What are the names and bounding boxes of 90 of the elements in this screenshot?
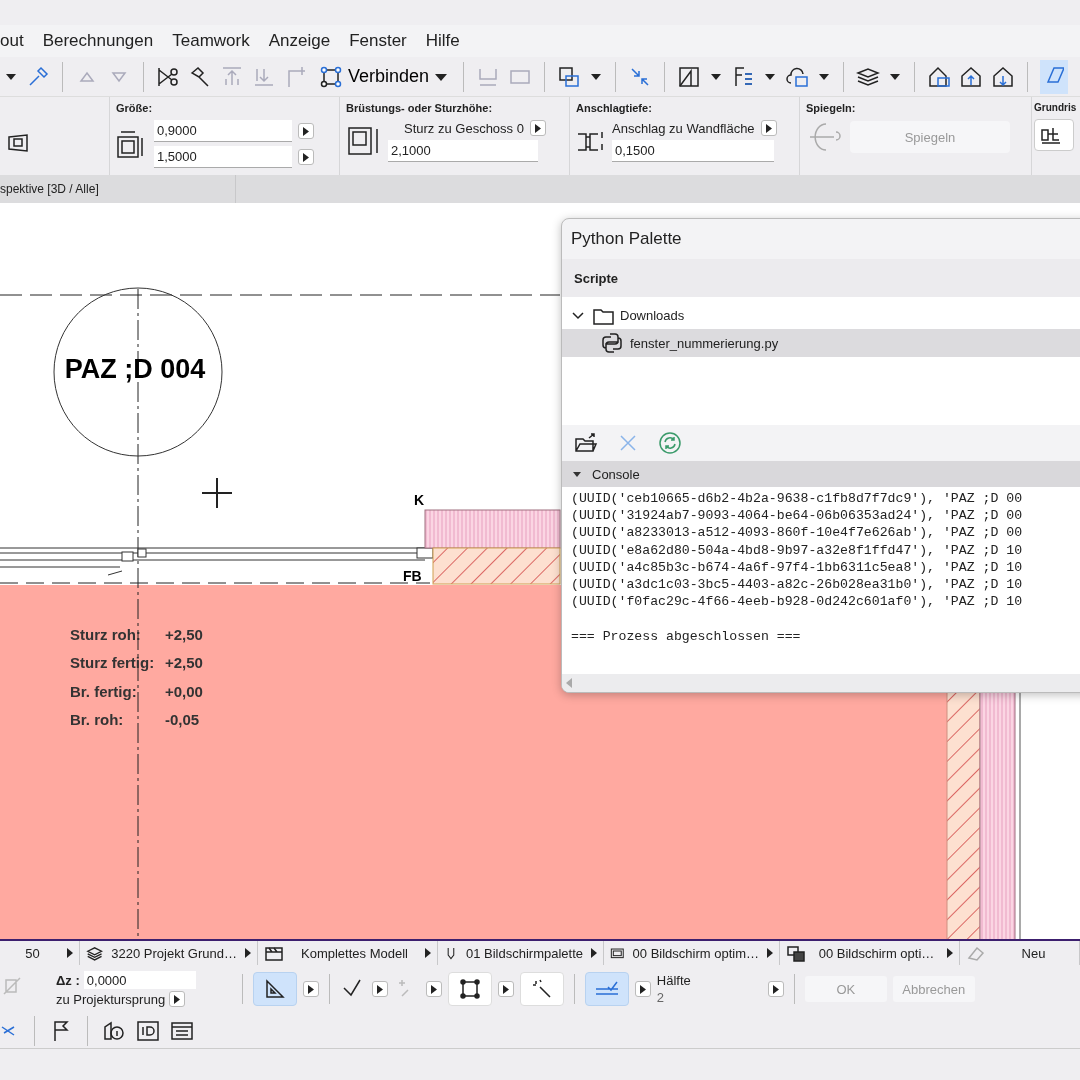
script-name: fenster_nummerierung.py [630,335,779,351]
layers-icon [86,944,104,962]
section-label: Größe: [116,102,154,114]
fb-label: FB [403,568,422,584]
triangle-right-icon [765,123,772,133]
height-value: -0,05 [165,711,200,728]
magic-wand-button[interactable] [519,972,564,1006]
snap-mode-label: Hälfte [656,973,692,988]
house-list-icon[interactable] [927,64,952,89]
connect-button[interactable]: Verbinden [316,65,452,88]
arrow-button[interactable] [371,981,388,997]
section-label: Brüstungs- oder Sturzhöhe: [346,102,494,114]
height-label: Sturz roh: [70,626,141,643]
triangle-right-icon [534,123,541,133]
eraser-icon [966,944,986,962]
triangle-right-icon [376,984,383,994]
width-field[interactable]: 0,9000 [154,120,292,142]
menu-item[interactable]: Anzeige [268,31,331,51]
triangle-right-icon [303,126,309,136]
triangle-right-icon [502,984,509,994]
script-item[interactable]: fenster_nummerierung.py [562,329,1080,357]
height-label: Br. roh: [70,711,124,728]
arrow-button[interactable] [634,981,651,997]
arrow-button[interactable] [298,123,314,139]
triangle-right-icon [639,984,646,994]
open-folder-icon[interactable] [574,431,598,455]
crosshair-cursor [201,477,233,509]
reference-label[interactable]: zu Projektursprung [56,991,166,1007]
arrow-button[interactable] [302,981,319,997]
height-value: +2,50 [165,626,203,643]
triangle-right-icon [303,152,309,162]
height-label: Br. fertig: [70,683,137,700]
stacked-windows-icon[interactable] [557,64,582,89]
section-label: Spiegeln: [806,102,857,114]
copy-icon [786,944,806,962]
section-label: Grundris [1034,102,1078,113]
clapper-icon [264,944,284,962]
caret-icon [435,71,448,82]
height-field[interactable]: 1,5000 [154,146,292,168]
folder-item[interactable]: Downloads [562,301,1080,329]
triangle-right-icon [430,984,437,994]
reference-label[interactable]: Anschlag zu Wandfläche [612,120,755,136]
section-header: Scripte [562,259,1080,297]
arrow-button[interactable] [529,120,546,136]
sill-height-field[interactable]: 2,1000 [388,140,538,162]
folder-name: Downloads [620,307,685,323]
window-marker-label: PAZ ;D 004 [64,354,206,384]
arrow-button[interactable] [425,981,442,997]
set-square-toggle[interactable] [252,972,297,1006]
box-select-icon [457,977,482,1001]
menu-item[interactable]: Fenster [349,31,407,51]
menu-item[interactable]: Hilfe [425,31,460,51]
section-icon[interactable] [677,64,702,89]
triangle-right-icon [772,984,779,994]
k-label: K [414,492,425,508]
house-down-icon[interactable] [991,64,1016,89]
menu-item[interactable]: Teamwork [172,31,250,51]
id-icon[interactable] [136,1018,160,1043]
arrow-button[interactable] [497,981,514,997]
arrow-button[interactable] [767,981,784,997]
triangle-right-icon [307,984,314,994]
reference-label[interactable]: Sturz zu Geschoss 0 [404,120,524,136]
height-label: Sturz fertig: [70,654,155,671]
delta-z-label: Δz : [56,972,80,988]
console-output: (UUID('ceb10665-d6b2-4b2a-9638-c1fb8d7f7dc9'), 'PAZ ;D 00 (UUID('31924ab7-9093-4064-be64-06b06353ad24'), 'PAZ ;D 00 (UUID('a8233013-a512-4093-860f-10e4f7e626ab'), 'PAZ ;D 00 (UUID('e8a62d80-504a-4bd8-9b97-a32e8f1ffd47'), 'PAZ ;D 10 (UUID('a4c85b3c-b674-4a6f-97f4-1bb6311c5ea8'), 'PAZ ;D 10 (UUID('a3dc1c03-3bc5-4403-a82c-26b028ea31b0'), 'PAZ ;D 10 (UUID('f0fac29c-4f66-4eeb-b928-0d242c601af0'), 'PAZ ;D 10 === Prozess abgeschlossen === [562,487,1080,674]
delta-z-field[interactable]: 0,0000 [83,971,196,989]
refresh-icon[interactable] [658,431,682,455]
arrow-button[interactable] [298,149,314,165]
menu-item[interactable]: out [0,31,24,51]
arrow-button[interactable] [760,120,777,136]
height-value: +2,50 [165,654,203,671]
reveal-depth-field[interactable]: 0,1500 [612,140,774,162]
python-icon [600,331,624,355]
disclosure-icon[interactable] [572,469,582,479]
console-header[interactable]: Console [562,461,1080,487]
menu-item[interactable]: Berechnungen [42,31,154,51]
palette-title: Python Palette [570,228,683,250]
floor-plan-button[interactable] [1034,119,1074,151]
house-up-icon[interactable] [959,64,984,89]
nodes-icon [320,65,342,88]
box-select-button[interactable] [447,972,492,1006]
triangle-right-icon [174,994,181,1004]
plan-view-toggle[interactable] [1040,59,1069,94]
half-snap-toggle[interactable] [584,972,629,1006]
horizontal-scrollbar[interactable] [562,674,1080,692]
snap-value: 2 [656,990,666,1005]
section-label: Anschlagtiefe: [576,102,653,114]
arrow-button[interactable] [169,991,186,1007]
height-value: +0,00 [165,683,203,700]
scroll-left-icon [566,678,574,688]
